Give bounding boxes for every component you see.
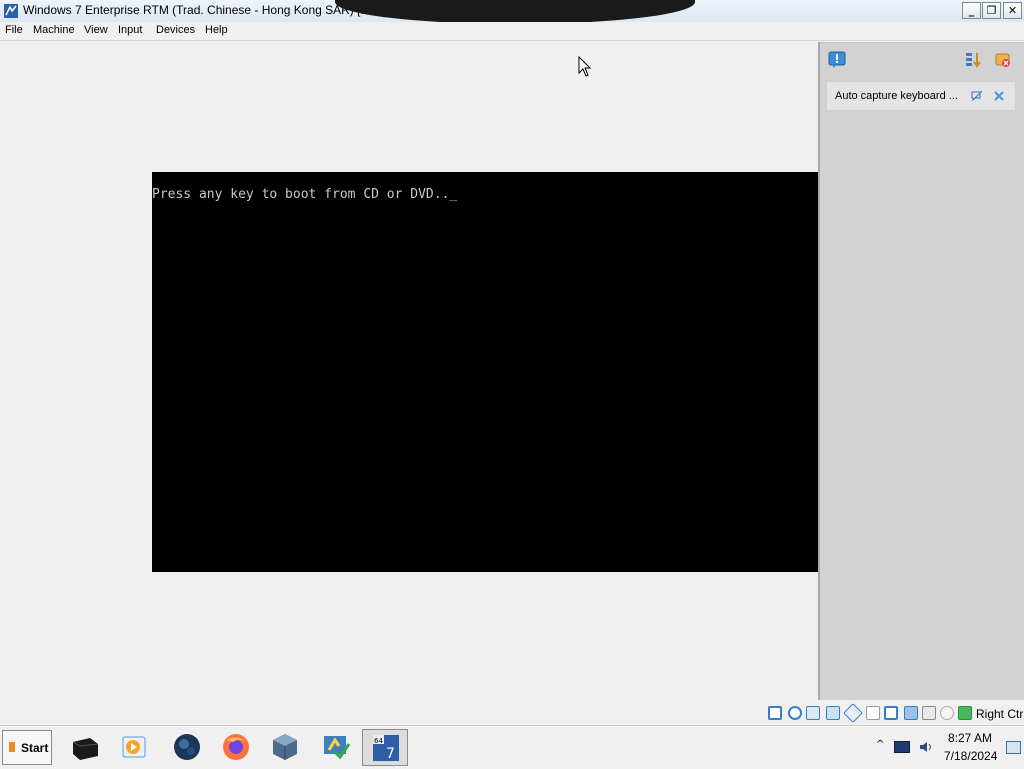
virtualbox-vm-icon bbox=[4, 4, 18, 18]
mouse-integration-icon[interactable] bbox=[958, 706, 972, 720]
optical-drive-icon[interactable] bbox=[788, 706, 802, 720]
mini-toolbar-notch[interactable] bbox=[335, 0, 695, 24]
close-button[interactable]: ✕ bbox=[1003, 2, 1022, 19]
start-icon bbox=[9, 742, 15, 752]
recording-icon[interactable] bbox=[904, 706, 918, 720]
sort-icon[interactable] bbox=[964, 51, 982, 69]
system-tool-icon bbox=[324, 736, 351, 760]
virtualbox-icon bbox=[273, 734, 297, 760]
taskbar-app-firefox[interactable] bbox=[213, 729, 259, 766]
network-icon[interactable] bbox=[826, 706, 840, 720]
taskbar: Start 64 7 ^ 8:27 AM 7/18/2024 bbox=[0, 726, 1024, 769]
notification-center-icon[interactable] bbox=[828, 51, 846, 69]
taskbar-app-media-player[interactable] bbox=[111, 729, 157, 766]
media-player-icon bbox=[122, 736, 146, 758]
notification-message: Auto capture keyboard ... bbox=[835, 90, 958, 102]
window-title-bar: Windows 7 Enterprise RTM (Trad. Chinese … bbox=[0, 0, 1024, 24]
clock-date[interactable]: 7/18/2024 bbox=[944, 749, 997, 763]
guest-display[interactable]: Press any key to boot from CD or DVD.._ bbox=[152, 172, 820, 572]
windows7-vm-icon: 64 7 bbox=[373, 735, 399, 762]
menu-machine[interactable]: Machine bbox=[33, 24, 75, 36]
cpu-icon[interactable] bbox=[922, 706, 936, 720]
shared-folders-icon[interactable] bbox=[866, 706, 880, 720]
taskbar-app-terminal[interactable] bbox=[62, 729, 108, 766]
show-hidden-icons-chevron-icon[interactable]: ^ bbox=[876, 739, 884, 750]
terminal-icon bbox=[72, 738, 99, 760]
host-key-indicator[interactable]: Right Ctrl bbox=[976, 707, 1024, 721]
clock-time[interactable]: 8:27 AM bbox=[948, 731, 992, 745]
menu-bar: File Machine View Input Devices Help bbox=[0, 22, 1024, 41]
menu-devices[interactable]: Devices bbox=[156, 24, 195, 36]
menu-view[interactable]: View bbox=[84, 24, 108, 36]
network-tray-icon[interactable] bbox=[894, 741, 910, 753]
svg-text:64: 64 bbox=[374, 737, 383, 745]
close-notification-icon[interactable] bbox=[993, 90, 1005, 102]
volume-icon[interactable] bbox=[918, 739, 934, 755]
action-center-icon[interactable] bbox=[1006, 741, 1021, 754]
restore-button[interactable]: ❐ bbox=[982, 2, 1001, 19]
do-not-show-again-icon[interactable] bbox=[971, 90, 983, 102]
firefox-icon bbox=[223, 734, 249, 760]
taskbar-app-system-tool[interactable] bbox=[313, 729, 359, 766]
notification-panel: Auto capture keyboard ... bbox=[818, 42, 1024, 700]
display-icon[interactable] bbox=[884, 706, 898, 720]
system-tray: ^ 8:27 AM 7/18/2024 bbox=[870, 727, 1024, 769]
usb-icon[interactable] bbox=[843, 703, 863, 723]
taskbar-app-globe[interactable] bbox=[164, 729, 210, 766]
notification-item[interactable]: Auto capture keyboard ... bbox=[826, 81, 1016, 111]
taskbar-app-virtualbox[interactable] bbox=[262, 729, 308, 766]
dismiss-all-icon[interactable] bbox=[994, 51, 1012, 69]
vm-status-bar: Right Ctrl bbox=[760, 703, 1024, 724]
hard-disk-icon[interactable] bbox=[768, 706, 782, 720]
taskbar-app-windows7-vm[interactable]: 64 7 bbox=[362, 729, 408, 766]
minimize-button[interactable]: _ bbox=[962, 2, 981, 19]
start-button[interactable]: Start bbox=[2, 730, 52, 765]
boot-message: Press any key to boot from CD or DVD.._ bbox=[152, 187, 458, 202]
audio-icon[interactable] bbox=[806, 706, 820, 720]
mouse-cursor-icon bbox=[578, 56, 592, 77]
menu-file[interactable]: File bbox=[5, 24, 23, 36]
globe-icon bbox=[174, 734, 200, 760]
menu-input[interactable]: Input bbox=[118, 24, 142, 36]
menu-help[interactable]: Help bbox=[205, 24, 228, 36]
svg-text:7: 7 bbox=[386, 746, 395, 762]
acceleration-icon[interactable] bbox=[940, 706, 954, 720]
